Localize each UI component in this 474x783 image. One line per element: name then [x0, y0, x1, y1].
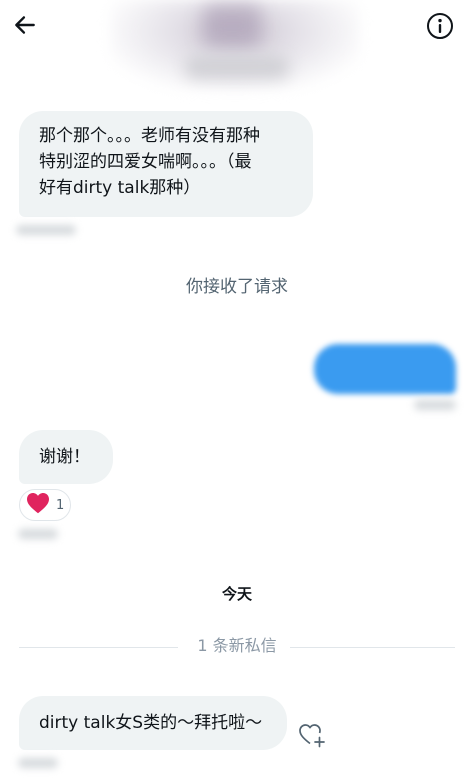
divider: [290, 647, 455, 648]
message-bubble-outgoing[interactable]: [314, 344, 456, 394]
date-separator: 今天: [221, 585, 252, 603]
message-text-line: 特别涩的四爱女喘啊。。。（最: [39, 152, 252, 172]
arrow-left-icon: [12, 12, 38, 42]
message-bubble-incoming[interactable]: 那个那个。。。老师有没有那种 特别涩的四爱女喘啊。。。（最 好有dirty ta…: [19, 111, 313, 217]
message-text-line: 那个那个。。。老师有没有那种: [39, 126, 260, 146]
message-text-line: 好有dirty talk那种）: [39, 178, 201, 198]
reaction-badge[interactable]: 1: [19, 489, 71, 521]
message-bubble-incoming[interactable]: dirty talk女S类的～拜托啦～: [19, 696, 287, 750]
info-circle-icon: [426, 12, 454, 44]
conversation-name-redacted: [185, 56, 289, 78]
message-timestamp-redacted: [18, 529, 58, 539]
message-timestamp-redacted: [16, 225, 76, 235]
message-bubble-incoming[interactable]: 谢谢！: [19, 430, 113, 484]
new-messages-divider-label: 1 条新私信: [197, 636, 277, 655]
request-accepted-notice: 你接收了请求: [186, 277, 288, 297]
info-button[interactable]: [424, 12, 456, 44]
back-button[interactable]: [8, 10, 42, 44]
reaction-count: 1: [56, 497, 65, 513]
message-timestamp-redacted: [414, 400, 456, 410]
message-text: dirty talk女S类的～拜托啦～: [39, 713, 263, 733]
heart-plus-icon[interactable]: [298, 722, 326, 748]
heart-icon: [26, 492, 50, 518]
message-text: 谢谢！: [39, 447, 90, 467]
message-timestamp-redacted: [18, 758, 58, 768]
avatar[interactable]: [203, 6, 261, 46]
